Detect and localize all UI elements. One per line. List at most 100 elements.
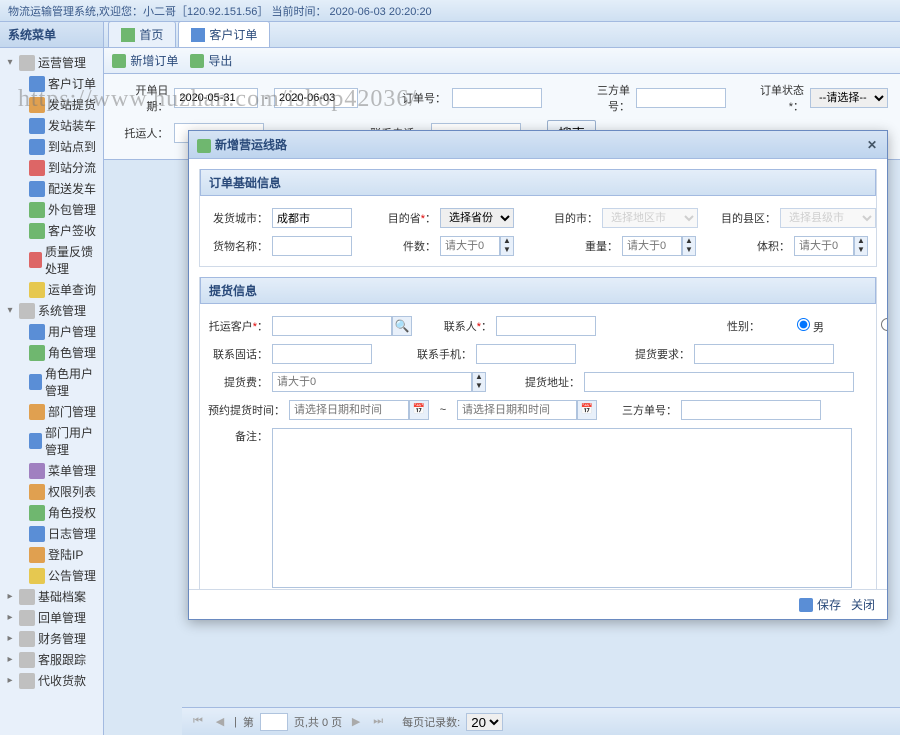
consignor-lookup[interactable]: 🔍 [272,316,412,336]
thirdparty-label: 三方单号： [578,82,630,114]
date-from-input[interactable] [174,88,258,108]
close-icon[interactable]: ✕ [865,138,879,152]
add-route-dialog: 新增营运线路 ✕ 订单基础信息 发货城市： 目的省*： 选择省份 目的市： 选择… [188,130,888,620]
tree-item[interactable]: 外包管理 [0,199,103,220]
dest-city-label: 目的市： [538,210,598,226]
home-icon [121,28,135,42]
page-input[interactable] [260,713,288,731]
status-select[interactable]: --请选择-- [810,88,888,108]
item-icon [29,505,45,521]
tree-group[interactable]: ▸回单管理 [0,607,103,628]
page-label: 第 [243,714,254,730]
fee-stepper[interactable]: ▲▼ [272,372,486,392]
tree-item[interactable]: 部门管理 [0,401,103,422]
order-no-input[interactable] [452,88,542,108]
last-page-button[interactable]: ⏭ [370,715,386,728]
gender-female-radio[interactable]: 女 [848,318,887,335]
ship-city-input[interactable] [272,208,352,228]
prev-page-button[interactable]: ◀ [212,715,228,728]
tree-item-label: 菜单管理 [48,462,96,479]
export-button[interactable]: 导出 [190,52,232,69]
tree-group[interactable]: ▸基础档案 [0,586,103,607]
tree-group[interactable]: ▸财务管理 [0,628,103,649]
tree-item[interactable]: 到站分流 [0,157,103,178]
contact-input[interactable] [496,316,596,336]
date-to-input[interactable] [274,88,358,108]
mobile-input[interactable] [476,344,576,364]
schedule-from-datepicker[interactable]: 📅 [289,400,429,420]
tree-item[interactable]: 角色用户管理 [0,363,103,401]
tree-group[interactable]: ▾ 运营管理 [0,52,103,73]
add-order-button[interactable]: 新增订单 [112,52,178,69]
tree-group[interactable]: ▾系统管理 [0,300,103,321]
remark-textarea[interactable] [272,428,852,588]
tree-item[interactable]: 角色授权 [0,502,103,523]
volume-stepper[interactable]: ▲▼ [794,236,868,256]
calendar-icon[interactable]: 📅 [409,400,429,420]
thirdparty-input[interactable] [636,88,726,108]
calendar-icon[interactable]: 📅 [577,400,597,420]
tree-item[interactable]: 部门用户管理 [0,422,103,460]
weight-stepper[interactable]: ▲▼ [622,236,696,256]
close-button[interactable]: 关闭 [851,596,875,613]
pagesize-select[interactable]: 20 [466,713,503,731]
chevron-updown-icon[interactable]: ▲▼ [500,236,514,256]
chevron-updown-icon[interactable]: ▲▼ [854,236,868,256]
save-button[interactable]: 保存 [799,596,841,613]
item-icon [29,202,45,218]
tree-group-label: 客服跟踪 [38,651,86,668]
chevron-updown-icon[interactable]: ▲▼ [682,236,696,256]
tree-item[interactable]: 客户订单 [0,73,103,94]
tree-item[interactable]: 客户签收 [0,220,103,241]
req-input[interactable] [694,344,834,364]
volume-label: 体积： [730,238,790,254]
tab-orders[interactable]: 客户订单 [178,21,270,47]
tree-item[interactable]: 公告管理 [0,565,103,586]
status-label: 订单状态*： [752,82,804,114]
tree-item-label: 运单查询 [48,281,96,298]
tree-item[interactable]: 配送发车 [0,178,103,199]
expand-icon[interactable]: ▸ [4,654,16,665]
tab-home[interactable]: 首页 [108,21,176,47]
tree-item[interactable]: 到站点到 [0,136,103,157]
expand-icon[interactable]: ▸ [4,591,16,602]
tel-input[interactable] [272,344,372,364]
item-icon [29,97,45,113]
item-icon [29,181,45,197]
tree-item[interactable]: 登陆IP [0,544,103,565]
tree-group[interactable]: ▸代收货款 [0,670,103,691]
thirdparty-input2[interactable] [681,400,821,420]
tree-item[interactable]: 角色管理 [0,342,103,363]
qty-stepper[interactable]: ▲▼ [440,236,514,256]
goods-input[interactable] [272,236,352,256]
tree-group-label: 运营管理 [38,54,86,71]
chevron-updown-icon[interactable]: ▲▼ [472,372,486,392]
collapse-icon[interactable]: ▾ [4,305,16,316]
tree-item[interactable]: 权限列表 [0,481,103,502]
expand-icon[interactable]: ▸ [4,633,16,644]
tree-item[interactable]: 运单查询 [0,279,103,300]
tree-group[interactable]: ▸ 客服跟踪 [0,649,103,670]
expand-icon[interactable]: ▸ [4,675,16,686]
next-page-button[interactable]: ▶ [348,715,364,728]
tree-item[interactable]: 菜单管理 [0,460,103,481]
tree-item[interactable]: 用户管理 [0,321,103,342]
tree-item[interactable]: 日志管理 [0,523,103,544]
pager: ⏮ ◀ | 第 页,共 0 页 ▶ ⏭ 每页记录数: 20 [182,707,900,735]
collapse-icon[interactable]: ▾ [4,57,16,68]
tree-item-label: 部门管理 [48,403,96,420]
first-page-button[interactable]: ⏮ [190,715,206,728]
weight-label: 重量： [558,238,618,254]
gender-male-radio[interactable]: 男 [764,318,824,335]
expand-icon[interactable]: ▸ [4,612,16,623]
addr-input[interactable] [584,372,854,392]
tree-item[interactable]: 质量反馈处理 [0,241,103,279]
user-icon [191,28,205,42]
search-icon[interactable]: 🔍 [392,316,412,336]
tree-item[interactable]: 发站提货 [0,94,103,115]
tree-item[interactable]: 发站装车 [0,115,103,136]
schedule-to-datepicker[interactable]: 📅 [457,400,597,420]
tree-item-label: 权限列表 [48,483,96,500]
tree-item-label: 客户签收 [48,222,96,239]
dest-prov-select[interactable]: 选择省份 [440,208,514,228]
